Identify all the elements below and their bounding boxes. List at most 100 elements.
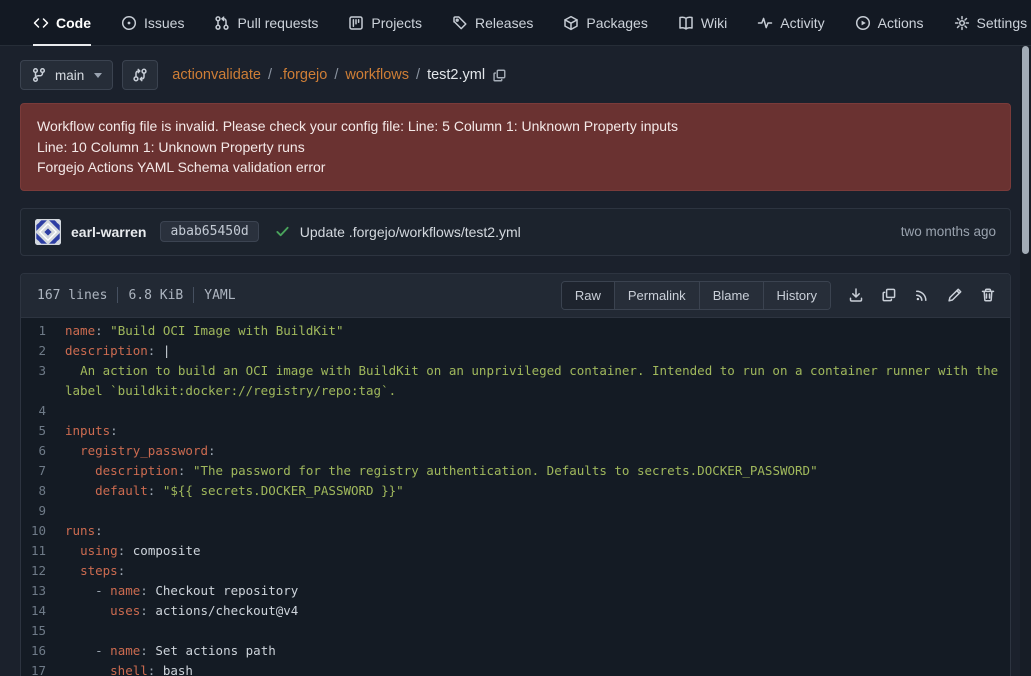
activity-icon xyxy=(757,15,773,31)
nav-tab-actions[interactable]: Actions xyxy=(855,0,924,46)
avatar[interactable] xyxy=(35,219,61,245)
copy-file-icon[interactable] xyxy=(881,287,897,303)
code-line: 6 registry_password: xyxy=(21,441,1010,461)
code-line: 8 default: "${{ secrets.DOCKER_PASSWORD … xyxy=(21,481,1010,501)
code-line: 5inputs: xyxy=(21,421,1010,441)
workflow-error-alert: Workflow config file is invalid. Please … xyxy=(20,103,1011,191)
line-number[interactable]: 6 xyxy=(21,441,65,461)
download-icon[interactable] xyxy=(848,287,864,303)
code-line: 10runs: xyxy=(21,521,1010,541)
line-number[interactable]: 4 xyxy=(21,401,65,421)
line-number[interactable]: 17 xyxy=(21,661,65,676)
pull-request-icon xyxy=(214,15,230,31)
commit-hash-badge[interactable]: abab65450d xyxy=(160,221,258,242)
line-number[interactable]: 8 xyxy=(21,481,65,501)
nav-tab-label: Releases xyxy=(475,15,533,31)
line-number[interactable]: 16 xyxy=(21,641,65,661)
line-number[interactable]: 1 xyxy=(21,321,65,341)
code-line-content: using: composite xyxy=(65,541,1010,561)
code-line: 15 xyxy=(21,621,1010,641)
compare-button[interactable] xyxy=(122,60,158,90)
commit-message[interactable]: Update .forgejo/workflows/test2.yml xyxy=(300,224,521,240)
code-line-content: default: "${{ secrets.DOCKER_PASSWORD }}… xyxy=(65,481,1010,501)
code-line: 11 using: composite xyxy=(21,541,1010,561)
line-number[interactable]: 14 xyxy=(21,601,65,621)
code-line-content: description: | xyxy=(65,341,1010,361)
code-line-content: steps: xyxy=(65,561,1010,581)
code-line: 3 An action to build an OCI image with B… xyxy=(21,361,1010,401)
line-number[interactable]: 15 xyxy=(21,621,65,641)
line-number[interactable]: 2 xyxy=(21,341,65,361)
code-line-content xyxy=(65,501,1010,521)
copy-path-icon[interactable] xyxy=(492,68,507,83)
line-number[interactable]: 10 xyxy=(21,521,65,541)
error-message-line: Workflow config file is invalid. Please … xyxy=(37,116,994,137)
page-scrollbar[interactable] xyxy=(1020,46,1031,676)
code-line-content: uses: actions/checkout@v4 xyxy=(65,601,1010,621)
nav-tab-label: Projects xyxy=(371,15,422,31)
nav-tab-label: Wiki xyxy=(701,15,727,31)
code-line-content: registry_password: xyxy=(65,441,1010,461)
line-number[interactable]: 11 xyxy=(21,541,65,561)
line-number[interactable]: 7 xyxy=(21,461,65,481)
code-line-content xyxy=(65,621,1010,641)
nav-tab-label: Activity xyxy=(780,15,824,31)
nav-tab-issues[interactable]: Issues xyxy=(121,0,184,46)
chevron-down-icon xyxy=(94,73,102,78)
line-number[interactable]: 3 xyxy=(21,361,65,401)
file-view-button-group: RawPermalinkBlameHistory xyxy=(561,281,831,310)
code-line-content: - name: Set actions path xyxy=(65,641,1010,661)
breadcrumb-link[interactable]: .forgejo xyxy=(279,67,327,83)
branch-selector-button[interactable]: main xyxy=(20,60,113,90)
code-line: 2description: | xyxy=(21,341,1010,361)
settings-icon xyxy=(954,15,970,31)
nav-tab-code[interactable]: Code xyxy=(33,0,91,46)
breadcrumb-separator: / xyxy=(416,67,420,83)
breadcrumb-link[interactable]: actionvalidate xyxy=(172,67,261,83)
code-line: 13 - name: Checkout repository xyxy=(21,581,1010,601)
line-number[interactable]: 9 xyxy=(21,501,65,521)
code-icon xyxy=(33,15,49,31)
code-line: 14 uses: actions/checkout@v4 xyxy=(21,601,1010,621)
permalink-button[interactable]: Permalink xyxy=(614,282,699,309)
nav-tab-releases[interactable]: Releases xyxy=(452,0,533,46)
commit-author[interactable]: earl-warren xyxy=(71,224,146,240)
scrollbar-thumb[interactable] xyxy=(1022,46,1029,254)
nav-tab-packages[interactable]: Packages xyxy=(563,0,647,46)
code-view: 1name: "Build OCI Image with BuildKit"2d… xyxy=(21,318,1010,676)
wiki-icon xyxy=(678,15,694,31)
breadcrumb-link[interactable]: workflows xyxy=(345,67,409,83)
line-number[interactable]: 5 xyxy=(21,421,65,441)
delete-icon[interactable] xyxy=(980,287,996,303)
line-number[interactable]: 12 xyxy=(21,561,65,581)
nav-tab-projects[interactable]: Projects xyxy=(348,0,422,46)
raw-button[interactable]: Raw xyxy=(562,282,614,309)
branch-selector-label: main xyxy=(55,68,84,83)
commit-status-check-icon[interactable] xyxy=(275,224,290,239)
issues-icon xyxy=(121,15,137,31)
latest-commit-bar: earl-warren abab65450d Update .forgejo/w… xyxy=(20,208,1011,256)
nav-tab-settings[interactable]: Settings xyxy=(954,0,1028,46)
file-size: 6.8 KiB xyxy=(128,288,183,303)
rss-icon[interactable] xyxy=(914,287,930,303)
nav-tab-pull-requests[interactable]: Pull requests xyxy=(214,0,318,46)
code-line-content: name: "Build OCI Image with BuildKit" xyxy=(65,321,1010,341)
git-branch-icon xyxy=(31,67,47,83)
file-action-icons xyxy=(848,287,996,303)
nav-tab-activity[interactable]: Activity xyxy=(757,0,824,46)
git-compare-icon xyxy=(132,67,148,83)
code-line-content: An action to build an OCI image with Bui… xyxy=(65,361,1010,401)
divider xyxy=(117,287,118,303)
blame-button[interactable]: Blame xyxy=(699,282,763,309)
breadcrumb-current-file: test2.yml xyxy=(427,67,485,83)
nav-tab-label: Actions xyxy=(878,15,924,31)
file-toolbar: main actionvalidate/.forgejo/workflows/t… xyxy=(20,55,1011,95)
line-number[interactable]: 13 xyxy=(21,581,65,601)
code-line: 9 xyxy=(21,501,1010,521)
history-button[interactable]: History xyxy=(763,282,830,309)
code-line-content: shell: bash xyxy=(65,661,1010,676)
edit-icon[interactable] xyxy=(947,287,963,303)
code-line-content: runs: xyxy=(65,521,1010,541)
actions-icon xyxy=(855,15,871,31)
nav-tab-wiki[interactable]: Wiki xyxy=(678,0,727,46)
